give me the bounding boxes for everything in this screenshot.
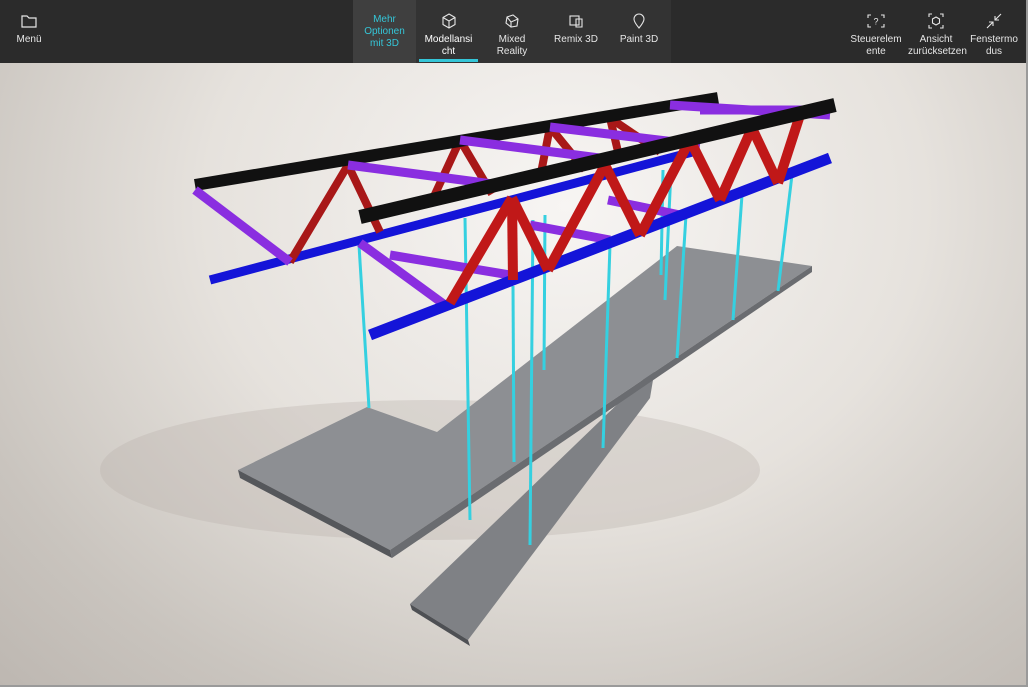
menu-button[interactable]: Menü [8,0,50,63]
controls-label: Steuerelemente [850,34,902,57]
svg-text:?: ? [873,17,878,27]
menu-label: Menü [16,34,42,45]
more-options-label: Mehr Optionen mit 3D [364,13,405,49]
reset-view-label: Ansicht zurücksetzen [908,34,967,57]
tab-paint-3d-label: Paint 3D [619,34,659,45]
window-mode-label: Fenstermodus [970,34,1018,57]
remix-3d-icon [568,13,584,29]
tab-paint-3d[interactable]: Paint 3D [615,0,663,63]
3d-viewport[interactable] [0,0,1028,687]
more-options-button[interactable]: Mehr Optionen mit 3D [353,0,416,63]
tab-remix-3d-label: Remix 3D [554,34,598,45]
reset-view-icon [928,13,944,29]
app-toolbar: Menü Mehr Optionen mit 3D Modellansicht … [0,0,1028,63]
window-mode-button[interactable]: Fenstermodus [966,0,1022,63]
tab-model-view[interactable]: Modellansicht [419,0,478,63]
mixed-reality-icon [504,13,520,29]
paint-3d-icon [631,13,647,29]
controls-button[interactable]: ? Steuerelemente [847,0,905,63]
tab-mixed-reality-label: Mixed Reality [496,34,528,57]
tab-remix-3d[interactable]: Remix 3D [552,0,600,63]
window-mode-icon [986,13,1002,29]
cube-icon [441,13,457,29]
tab-mixed-reality[interactable]: Mixed Reality [488,0,536,63]
controls-icon: ? [867,13,885,29]
tab-model-view-label: Modellansicht [424,34,473,57]
reset-view-button[interactable]: Ansicht zurücksetzen [908,0,967,63]
bridge-model[interactable] [0,0,1028,687]
folder-icon [21,13,37,29]
